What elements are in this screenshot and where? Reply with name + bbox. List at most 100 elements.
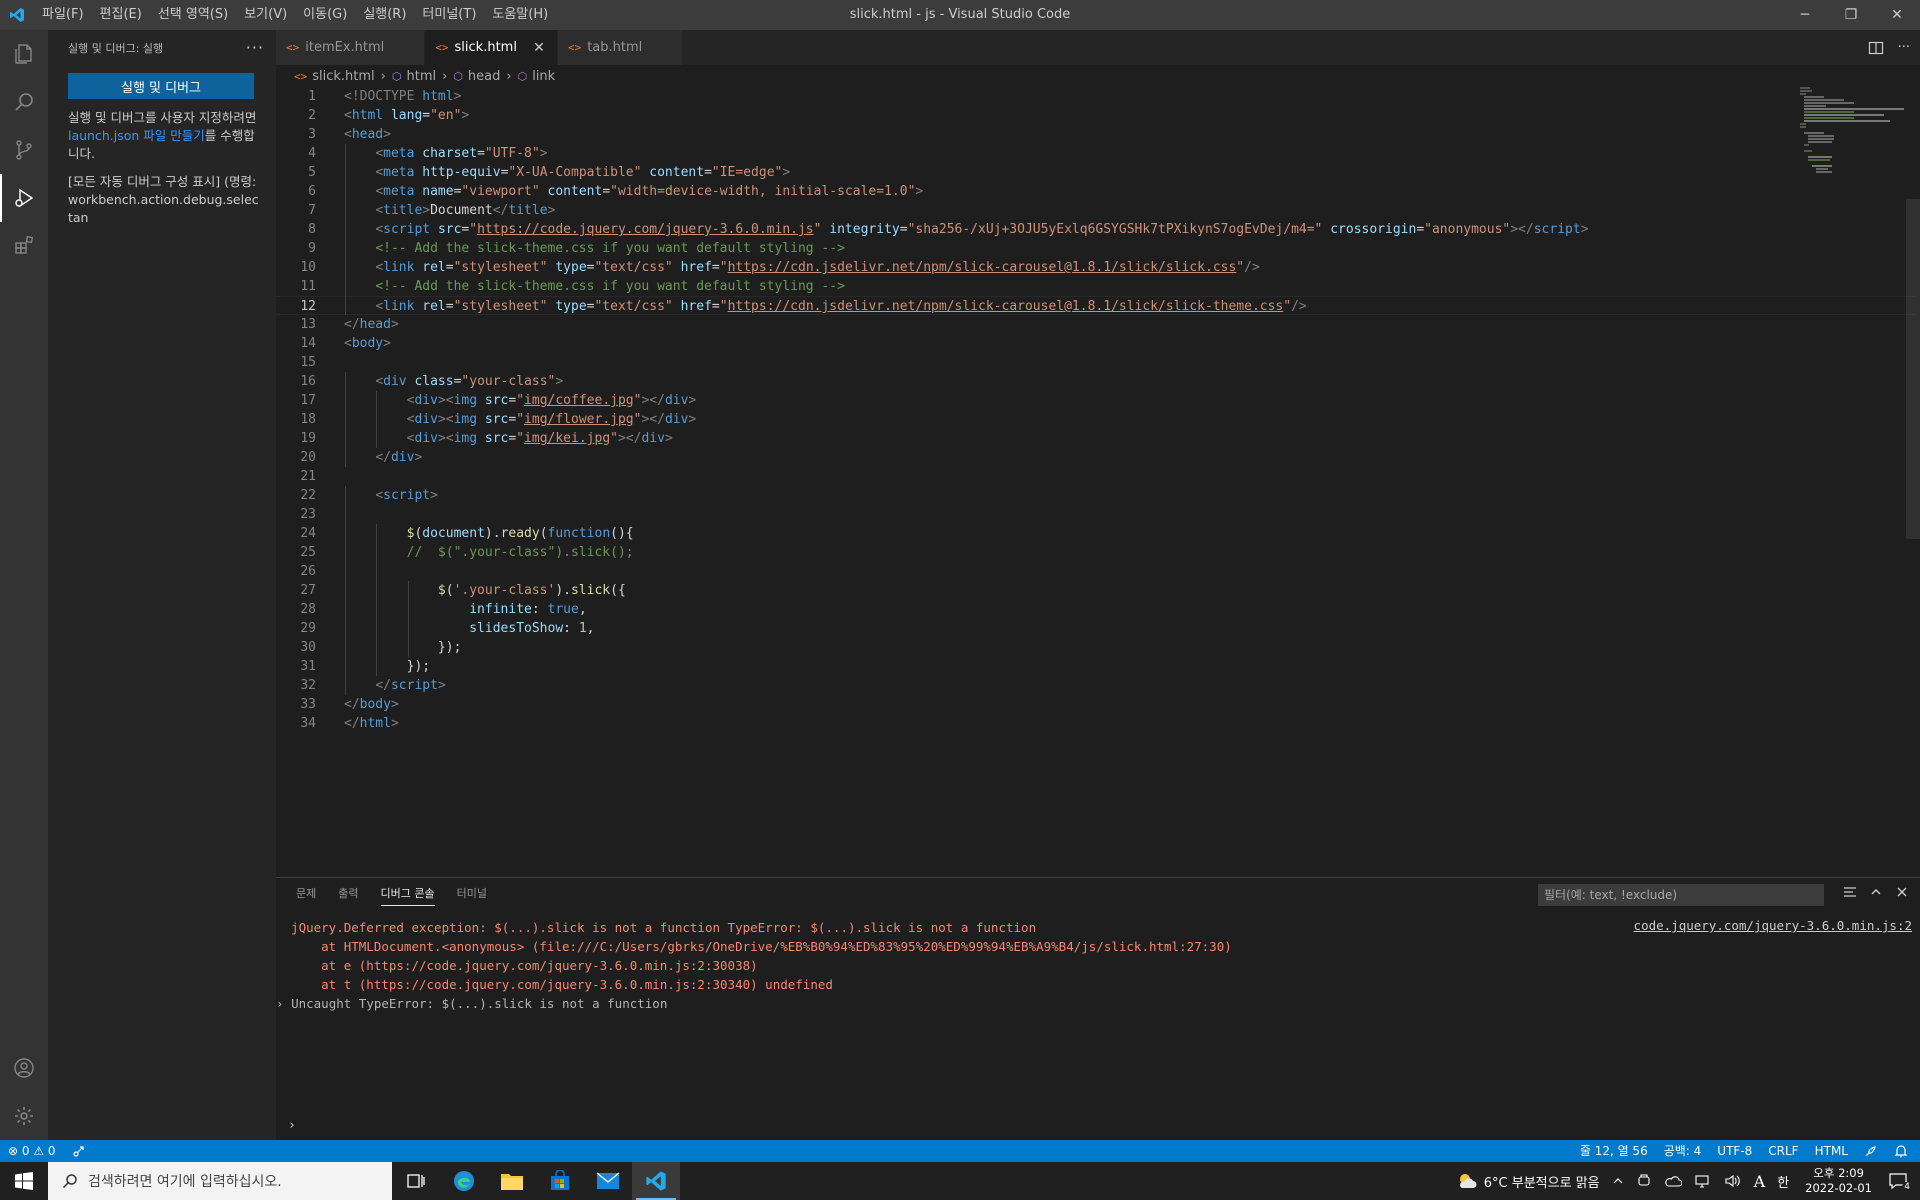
- code-line[interactable]: 6 <meta name="viewport" content="width=d…: [276, 182, 1916, 201]
- minimap[interactable]: [1800, 87, 1906, 177]
- code-line[interactable]: 10 <link rel="stylesheet" type="text/css…: [276, 258, 1916, 277]
- code-line[interactable]: 1 <!DOCTYPE html>: [276, 87, 1916, 106]
- more-actions-icon[interactable]: ···: [1898, 40, 1910, 55]
- input-mode-indicator[interactable]: A: [1748, 1172, 1772, 1191]
- code-line[interactable]: 31 });: [276, 657, 1916, 676]
- code-line[interactable]: 34 </html>: [276, 714, 1916, 733]
- restore-button[interactable]: ❐: [1828, 0, 1874, 30]
- ime-indicator[interactable]: 한: [1771, 1172, 1795, 1191]
- indentation[interactable]: 공백: 4: [1656, 1140, 1710, 1162]
- notifications-bell-icon[interactable]: [1886, 1140, 1916, 1162]
- code-line[interactable]: 12 <link rel="stylesheet" type="text/css…: [276, 296, 1916, 315]
- code-line[interactable]: 32 </script>: [276, 676, 1916, 695]
- problems-status[interactable]: ⊗ 0 ⚠ 0: [0, 1140, 64, 1162]
- tab-itemex[interactable]: <> itemEx.html: [276, 30, 426, 65]
- tab-output[interactable]: 출력: [338, 878, 358, 910]
- code-line[interactable]: 20 </div>: [276, 448, 1916, 467]
- code-line[interactable]: 23: [276, 505, 1916, 524]
- menu-go[interactable]: 이동(G): [295, 0, 355, 30]
- volume-icon[interactable]: [1718, 1174, 1748, 1188]
- code-line[interactable]: 16 <div class="your-class">: [276, 372, 1916, 391]
- show-all-configs-link[interactable]: [모든 자동 디버그 구성 표시] (명령:workbench.action.d…: [48, 173, 276, 227]
- console-filter-input[interactable]: [1538, 884, 1824, 906]
- code-line[interactable]: 26: [276, 562, 1916, 581]
- task-view-icon[interactable]: [392, 1162, 440, 1200]
- code-line[interactable]: 7 <title>Document</title>: [276, 201, 1916, 220]
- split-editor-icon[interactable]: [1868, 40, 1884, 56]
- run-debug-icon[interactable]: [0, 174, 48, 222]
- settings-gear-icon[interactable]: [0, 1092, 48, 1140]
- code-line[interactable]: 27 $('.your-class').slick({: [276, 581, 1916, 600]
- extensions-icon[interactable]: [0, 222, 48, 270]
- close-panel-icon[interactable]: [1894, 884, 1910, 900]
- code-line[interactable]: 28 infinite: true,: [276, 600, 1916, 619]
- more-actions-icon[interactable]: ···: [246, 38, 264, 57]
- menu-run[interactable]: 실행(R): [355, 0, 414, 30]
- network-icon[interactable]: [1688, 1174, 1718, 1188]
- menu-help[interactable]: 도움말(H): [484, 0, 556, 30]
- menu-terminal[interactable]: 터미널(T): [414, 0, 484, 30]
- minimize-button[interactable]: ─: [1782, 0, 1828, 30]
- breadcrumb-html[interactable]: ⬡ html: [392, 69, 436, 84]
- chevron-right-icon[interactable]: ›: [276, 996, 291, 1011]
- account-icon[interactable]: [0, 1044, 48, 1092]
- clock[interactable]: 오후 2:09 2022-02-01: [1795, 1166, 1882, 1196]
- code-line[interactable]: 15: [276, 353, 1916, 372]
- edge-browser-icon[interactable]: [440, 1162, 488, 1200]
- onedrive-icon[interactable]: [1658, 1174, 1688, 1188]
- encoding[interactable]: UTF-8: [1709, 1140, 1760, 1162]
- code-line[interactable]: 22 <script>: [276, 486, 1916, 505]
- console-source-link[interactable]: code.jquery.com/jquery-3.6.0.min.js:2: [1634, 918, 1912, 933]
- console-input-prompt[interactable]: ›: [288, 1118, 296, 1133]
- code-line[interactable]: 30 });: [276, 638, 1916, 657]
- meet-now-icon[interactable]: [1630, 1173, 1658, 1189]
- live-share-icon[interactable]: [64, 1140, 94, 1162]
- scrollbar-thumb[interactable]: [1906, 199, 1920, 539]
- tab-tab[interactable]: <> tab.html: [557, 30, 684, 65]
- explorer-icon[interactable]: [0, 30, 48, 78]
- code-line[interactable]: 13 </head>: [276, 315, 1916, 334]
- vscode-taskbar-icon[interactable]: [632, 1162, 680, 1200]
- code-line[interactable]: 8 <script src="https://code.jquery.com/j…: [276, 220, 1916, 239]
- vertical-scrollbar[interactable]: [1906, 87, 1920, 877]
- code-line[interactable]: 25 // $(".your-class").slick();: [276, 543, 1916, 562]
- line-ending[interactable]: CRLF: [1760, 1140, 1806, 1162]
- close-tab-icon[interactable]: ✕: [531, 40, 547, 56]
- menu-view[interactable]: 보기(V): [236, 0, 295, 30]
- code-line[interactable]: 18 <div><img src="img/flower.jpg"></div>: [276, 410, 1916, 429]
- tab-terminal[interactable]: 터미널: [457, 878, 487, 910]
- code-line[interactable]: 4 <meta charset="UTF-8">: [276, 144, 1916, 163]
- show-hidden-icons-icon[interactable]: [1606, 1175, 1630, 1187]
- file-explorer-icon[interactable]: [488, 1162, 536, 1200]
- close-window-button[interactable]: ✕: [1874, 0, 1920, 30]
- breadcrumb-link[interactable]: ⬡ link: [518, 69, 556, 84]
- code-line[interactable]: 19 <div><img src="img/kei.jpg"></div>: [276, 429, 1916, 448]
- maximize-panel-icon[interactable]: [1868, 884, 1884, 900]
- code-editor[interactable]: 1 <!DOCTYPE html> 2 <html lang="en"> 3 <head>…: [276, 87, 1920, 877]
- menu-edit[interactable]: 편집(E): [92, 0, 150, 30]
- tab-slick[interactable]: <> slick.html ✕: [425, 30, 558, 65]
- search-icon[interactable]: [0, 78, 48, 126]
- cursor-position[interactable]: 줄 12, 열 56: [1572, 1140, 1656, 1162]
- debug-console-output[interactable]: jQuery.Deferred exception: $(...).slick …: [276, 918, 1920, 1013]
- mail-icon[interactable]: [584, 1162, 632, 1200]
- clear-console-icon[interactable]: [1842, 884, 1858, 900]
- feedback-icon[interactable]: [1856, 1140, 1886, 1162]
- microsoft-store-icon[interactable]: [536, 1162, 584, 1200]
- code-line[interactable]: 14 <body>: [276, 334, 1916, 353]
- windows-start-icon[interactable]: [0, 1162, 48, 1200]
- console-uncaught-line[interactable]: › Uncaught TypeError: $(...).slick is no…: [276, 994, 1920, 1013]
- menu-selection[interactable]: 선택 영역(S): [150, 0, 236, 30]
- taskbar-search-box[interactable]: 검색하려면 여기에 입력하십시오.: [48, 1162, 392, 1200]
- code-line[interactable]: 9 <!-- Add the slick-theme.css if you wa…: [276, 239, 1916, 258]
- code-line[interactable]: 3 <head>: [276, 125, 1916, 144]
- notification-center-icon[interactable]: 4: [1882, 1172, 1920, 1192]
- code-line[interactable]: 33 </body>: [276, 695, 1916, 714]
- tab-problems[interactable]: 문제: [296, 878, 316, 910]
- code-line[interactable]: 17 <div><img src="img/coffee.jpg"></div>: [276, 391, 1916, 410]
- create-launch-json-link[interactable]: launch.json 파일 만들기: [68, 128, 205, 143]
- breadcrumb-file[interactable]: <> slick.html: [294, 69, 375, 84]
- tab-debug-console[interactable]: 디버그 콘솔: [380, 878, 435, 910]
- code-line[interactable]: 11 <!-- Add the slick-theme.css if you w…: [276, 277, 1916, 296]
- menu-file[interactable]: 파일(F): [34, 0, 92, 30]
